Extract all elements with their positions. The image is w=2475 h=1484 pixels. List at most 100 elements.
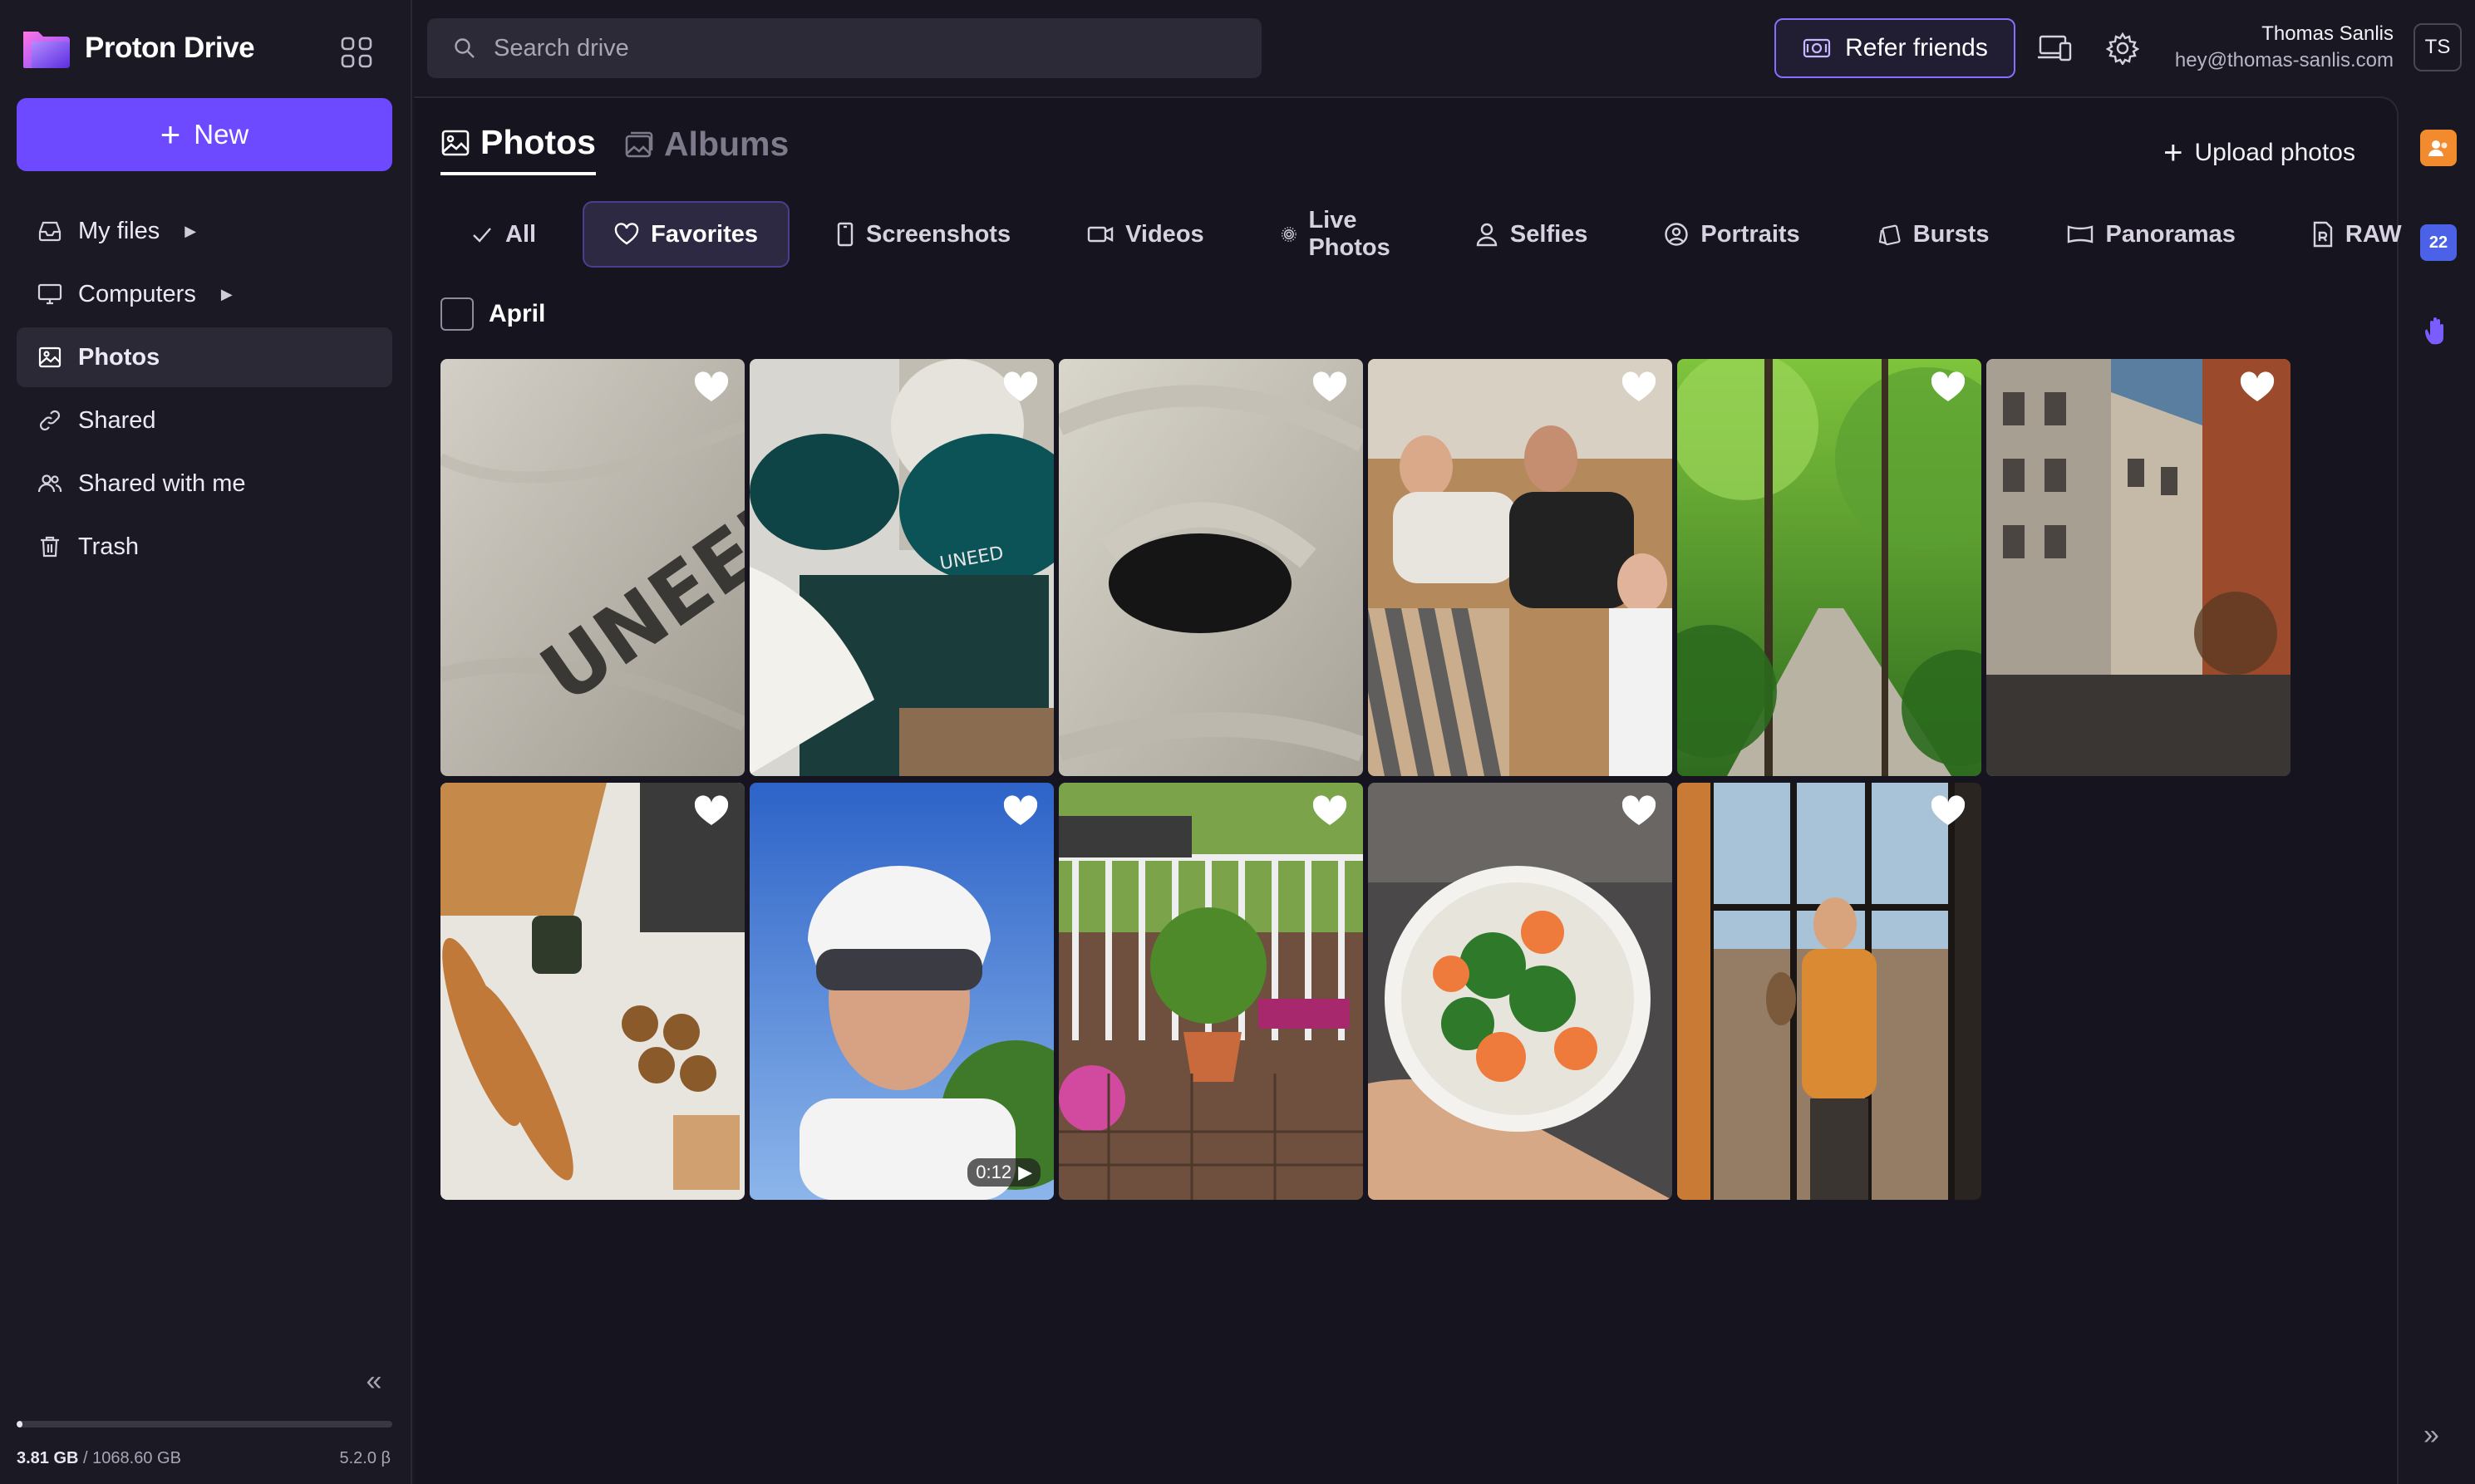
caret-right-icon[interactable]: ▶ — [221, 286, 233, 303]
filter-label: Panoramas — [2105, 220, 2236, 248]
settings-button[interactable] — [2099, 25, 2146, 71]
waving-hand-icon — [2425, 317, 2443, 345]
avatar[interactable]: TS — [2413, 23, 2462, 71]
double-chevron-left-icon: « — [366, 1364, 382, 1397]
heart-icon[interactable] — [1311, 371, 1348, 404]
heart-icon[interactable] — [2239, 371, 2276, 404]
select-month-checkbox[interactable] — [440, 297, 474, 331]
photo-courtyard-building[interactable] — [1986, 359, 2290, 776]
filter-live-photos[interactable]: Live Photos — [1251, 201, 1429, 268]
photo-forest-path[interactable] — [1677, 359, 1981, 776]
image-icon — [441, 130, 470, 155]
apps-grid-icon — [341, 37, 372, 68]
heart-icon[interactable] — [693, 371, 730, 404]
filter-label: Portraits — [1700, 220, 1800, 248]
photo-dog-under-blanket[interactable] — [1059, 359, 1363, 776]
filter-portraits[interactable]: Portraits — [1634, 201, 1829, 268]
devices-button[interactable] — [2031, 25, 2078, 71]
plus-icon: + — [160, 115, 181, 154]
search-input[interactable] — [494, 34, 1200, 62]
apps-grid-button[interactable] — [336, 32, 377, 73]
photo-caps-and-shirts[interactable]: UNEED — [750, 359, 1054, 776]
search-bar[interactable] — [427, 18, 1262, 78]
gift-ticket-icon — [1803, 38, 1831, 58]
photo-image — [1059, 359, 1363, 776]
filter-label: Favorites — [651, 220, 759, 248]
tab-label: Albums — [663, 125, 790, 163]
calendar-icon: 22 — [2428, 233, 2448, 252]
photo-poke-bowl[interactable] — [1368, 783, 1672, 1200]
contacts-icon — [2428, 140, 2448, 156]
sidebar-item-shared-with-me[interactable]: Shared with me — [17, 454, 392, 514]
photo-image: UNEED — [440, 359, 745, 776]
sidebar-item-my-files[interactable]: My files ▶ — [17, 201, 392, 261]
photo-friends-selfie[interactable] — [1368, 359, 1672, 776]
storage-separator: / — [78, 1449, 93, 1467]
filter-label: Selfies — [1509, 220, 1588, 248]
filter-label: Bursts — [1912, 220, 1990, 248]
photo-grid: UNEED UNEED 0:12 ▶ — [440, 359, 2290, 1200]
portrait-icon — [1665, 223, 1689, 246]
devices-icon — [2038, 35, 2072, 61]
wave-app-button[interactable] — [2420, 314, 2457, 351]
expand-rail-button[interactable]: » — [2423, 1419, 2439, 1452]
photo-balcony-plants[interactable] — [1059, 783, 1363, 1200]
filter-chips: All Favorites Screenshots Videos Live Ph… — [440, 201, 2432, 268]
filter-selfies[interactable]: Selfies — [1445, 201, 1618, 268]
play-icon: ▶ — [1018, 1162, 1032, 1182]
heart-icon[interactable] — [1930, 794, 1966, 828]
filter-panoramas[interactable]: Panoramas — [2036, 201, 2266, 268]
link-icon — [37, 407, 63, 434]
live-photo-icon — [1281, 227, 1297, 242]
photo-image — [1677, 783, 1981, 1200]
heart-icon[interactable] — [1002, 794, 1039, 828]
heart-icon[interactable] — [1621, 794, 1657, 828]
storage-progress-fill — [17, 1421, 22, 1427]
app-logo[interactable]: Proton Drive — [22, 25, 255, 71]
filter-bursts[interactable]: Bursts — [1847, 201, 2020, 268]
sidebar-item-label: Trash — [78, 533, 140, 560]
heart-icon[interactable] — [1002, 371, 1039, 404]
proton-drive-logo-icon — [23, 32, 70, 68]
photo-tshirt-logo[interactable]: UNEED — [440, 359, 745, 776]
video-duration-badge: 0:12 ▶ — [967, 1158, 1041, 1187]
filter-raw[interactable]: RAW — [2282, 201, 2432, 268]
filter-screenshots[interactable]: Screenshots — [806, 201, 1041, 268]
photo-image — [1677, 359, 1981, 776]
new-button-label: New — [194, 119, 249, 150]
sidebar-item-shared[interactable]: Shared — [17, 391, 392, 450]
burst-icon — [1878, 224, 1901, 246]
tab-label: Photos — [480, 123, 596, 161]
photo-bread-and-food[interactable] — [440, 783, 745, 1200]
collapse-sidebar-button[interactable]: « — [356, 1363, 392, 1399]
sidebar-item-photos[interactable]: Photos — [17, 327, 392, 387]
upload-photos-button[interactable]: + Upload photos — [2163, 136, 2355, 170]
filter-label: All — [505, 220, 537, 248]
photo-cyclist-selfie[interactable]: 0:12 ▶ — [750, 783, 1054, 1200]
search-icon — [455, 38, 475, 58]
contacts-app-button[interactable] — [2420, 130, 2457, 166]
user-info[interactable]: Thomas Sanlis hey@thomas-sanlis.com — [2175, 20, 2394, 73]
filter-favorites[interactable]: Favorites — [583, 201, 790, 268]
heart-icon[interactable] — [1621, 371, 1657, 404]
storage-usage-text: 3.81 GB / 1068.60 GB — [17, 1449, 181, 1468]
refer-friends-button[interactable]: Refer friends — [1774, 18, 2015, 78]
filter-all[interactable]: All — [440, 201, 566, 268]
tab-photos[interactable]: Photos — [440, 123, 596, 175]
raw-file-icon — [2313, 221, 2333, 248]
filter-videos[interactable]: Videos — [1057, 201, 1234, 268]
month-label: April — [489, 300, 546, 327]
heart-icon[interactable] — [693, 794, 730, 828]
tab-albums[interactable]: Albums — [624, 123, 789, 175]
new-button[interactable]: + New — [17, 98, 392, 171]
storage-total: 1068.60 GB — [92, 1449, 181, 1467]
phone-icon — [837, 222, 854, 247]
calendar-app-button[interactable]: 22 — [2420, 224, 2457, 261]
double-chevron-right-icon: » — [2423, 1419, 2439, 1451]
sidebar-item-computers[interactable]: Computers ▶ — [17, 264, 392, 324]
heart-icon[interactable] — [1930, 371, 1966, 404]
caret-right-icon[interactable]: ▶ — [185, 223, 196, 240]
heart-icon[interactable] — [1311, 794, 1348, 828]
sidebar-item-trash[interactable]: Trash — [17, 517, 392, 577]
photo-man-by-window[interactable] — [1677, 783, 1981, 1200]
